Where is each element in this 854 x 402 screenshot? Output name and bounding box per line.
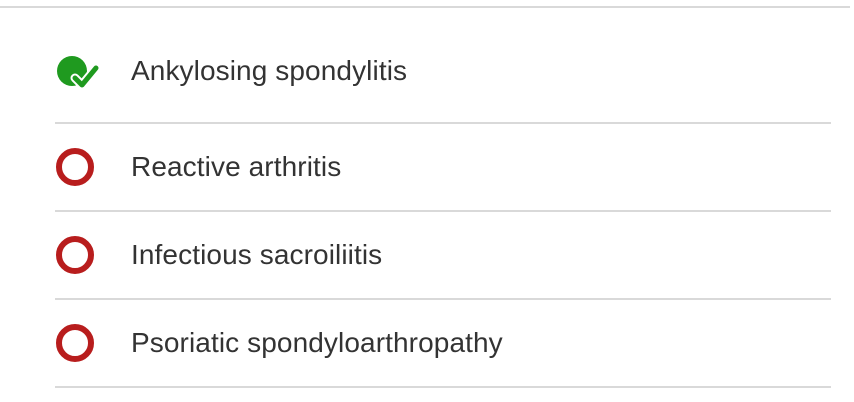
answer-option-label: Ankylosing spondylitis <box>131 55 408 86</box>
answer-option-label: Reactive arthritis <box>131 151 342 182</box>
answer-option-3[interactable]: Infectious sacroiliitis <box>55 212 831 300</box>
answer-option-4[interactable]: Psoriatic spondyloarthropathy <box>55 300 831 388</box>
radio-circle-icon <box>55 145 99 189</box>
answer-option-1[interactable]: Ankylosing spondylitis <box>55 28 831 124</box>
radio-circle-icon <box>55 233 99 277</box>
radio-circle-icon <box>55 321 99 365</box>
top-divider <box>0 6 850 8</box>
answer-option-2[interactable]: Reactive arthritis <box>55 124 831 212</box>
answer-options-list: Ankylosing spondylitis Reactive arthriti… <box>55 28 831 388</box>
correct-answer-check-icon <box>55 51 99 95</box>
answer-option-label: Infectious sacroiliitis <box>131 239 383 270</box>
answer-option-label: Psoriatic spondyloarthropathy <box>131 327 503 358</box>
